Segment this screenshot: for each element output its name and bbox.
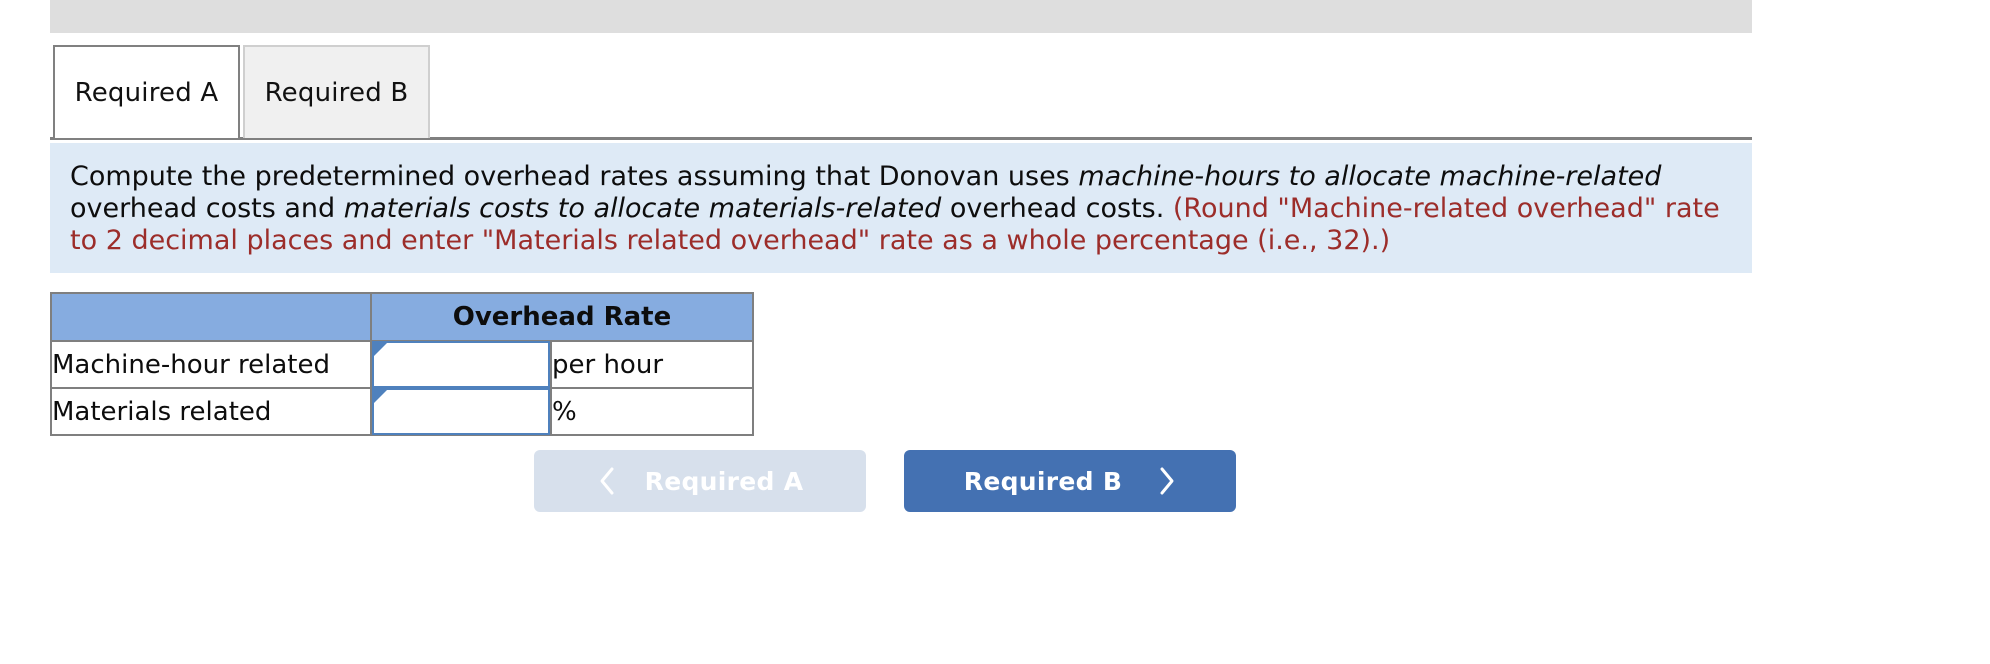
materials-rate-input-shell — [372, 388, 550, 435]
chevron-right-icon — [1156, 466, 1176, 496]
instruction-text: Compute the predetermined overhead rates… — [70, 161, 1732, 257]
machine-hour-rate-cell[interactable] — [370, 340, 552, 389]
row-unit-per-hour: per hour — [550, 340, 754, 389]
table-header-blank — [50, 292, 372, 342]
tab-required-a[interactable]: Required A — [53, 45, 240, 138]
prev-required-a-button[interactable]: Required A — [534, 450, 866, 512]
overhead-rate-table: Overhead Rate Machine-hour related per h… — [50, 292, 754, 436]
exercise-page: Required A Required B Compute the predet… — [0, 0, 1990, 664]
materials-rate-input[interactable] — [388, 392, 545, 431]
row-label-machine-hour-related: Machine-hour related — [50, 340, 372, 389]
next-button-label: Required B — [963, 466, 1123, 496]
table-header-overhead-rate: Overhead Rate — [370, 292, 754, 342]
next-required-b-button[interactable]: Required B — [904, 450, 1236, 512]
row-label-materials-related: Materials related — [50, 387, 372, 436]
instruction-segment-2: overhead costs and — [70, 192, 344, 224]
machine-hour-rate-input[interactable] — [388, 345, 545, 384]
instruction-segment-3: overhead costs. — [941, 192, 1173, 224]
tab-required-b-label: Required B — [264, 77, 409, 108]
top-gray-bar — [50, 0, 1752, 33]
table-header-row: Overhead Rate — [50, 292, 754, 342]
instruction-emphasis-1: machine-hours to allocate machine-relate… — [1078, 161, 1662, 192]
machine-hour-rate-input-shell — [372, 341, 550, 388]
tab-strip: Required A Required B — [0, 45, 1990, 140]
prev-button-label: Required A — [644, 466, 804, 496]
instruction-segment-1: Compute the predetermined overhead rates… — [70, 161, 1079, 192]
tab-required-a-label: Required A — [74, 77, 219, 108]
table-row: Machine-hour related per hour — [50, 340, 754, 389]
chevron-left-icon — [597, 466, 617, 496]
materials-rate-cell[interactable] — [370, 387, 552, 436]
cell-flag-icon — [374, 390, 387, 403]
table-row: Materials related % — [50, 387, 754, 436]
instruction-emphasis-2: materials costs to allocate materials-re… — [343, 192, 942, 224]
row-unit-percent: % — [550, 387, 754, 436]
instruction-panel: Compute the predetermined overhead rates… — [50, 143, 1752, 273]
cell-flag-icon — [374, 343, 387, 356]
tab-required-b[interactable]: Required B — [243, 45, 430, 138]
